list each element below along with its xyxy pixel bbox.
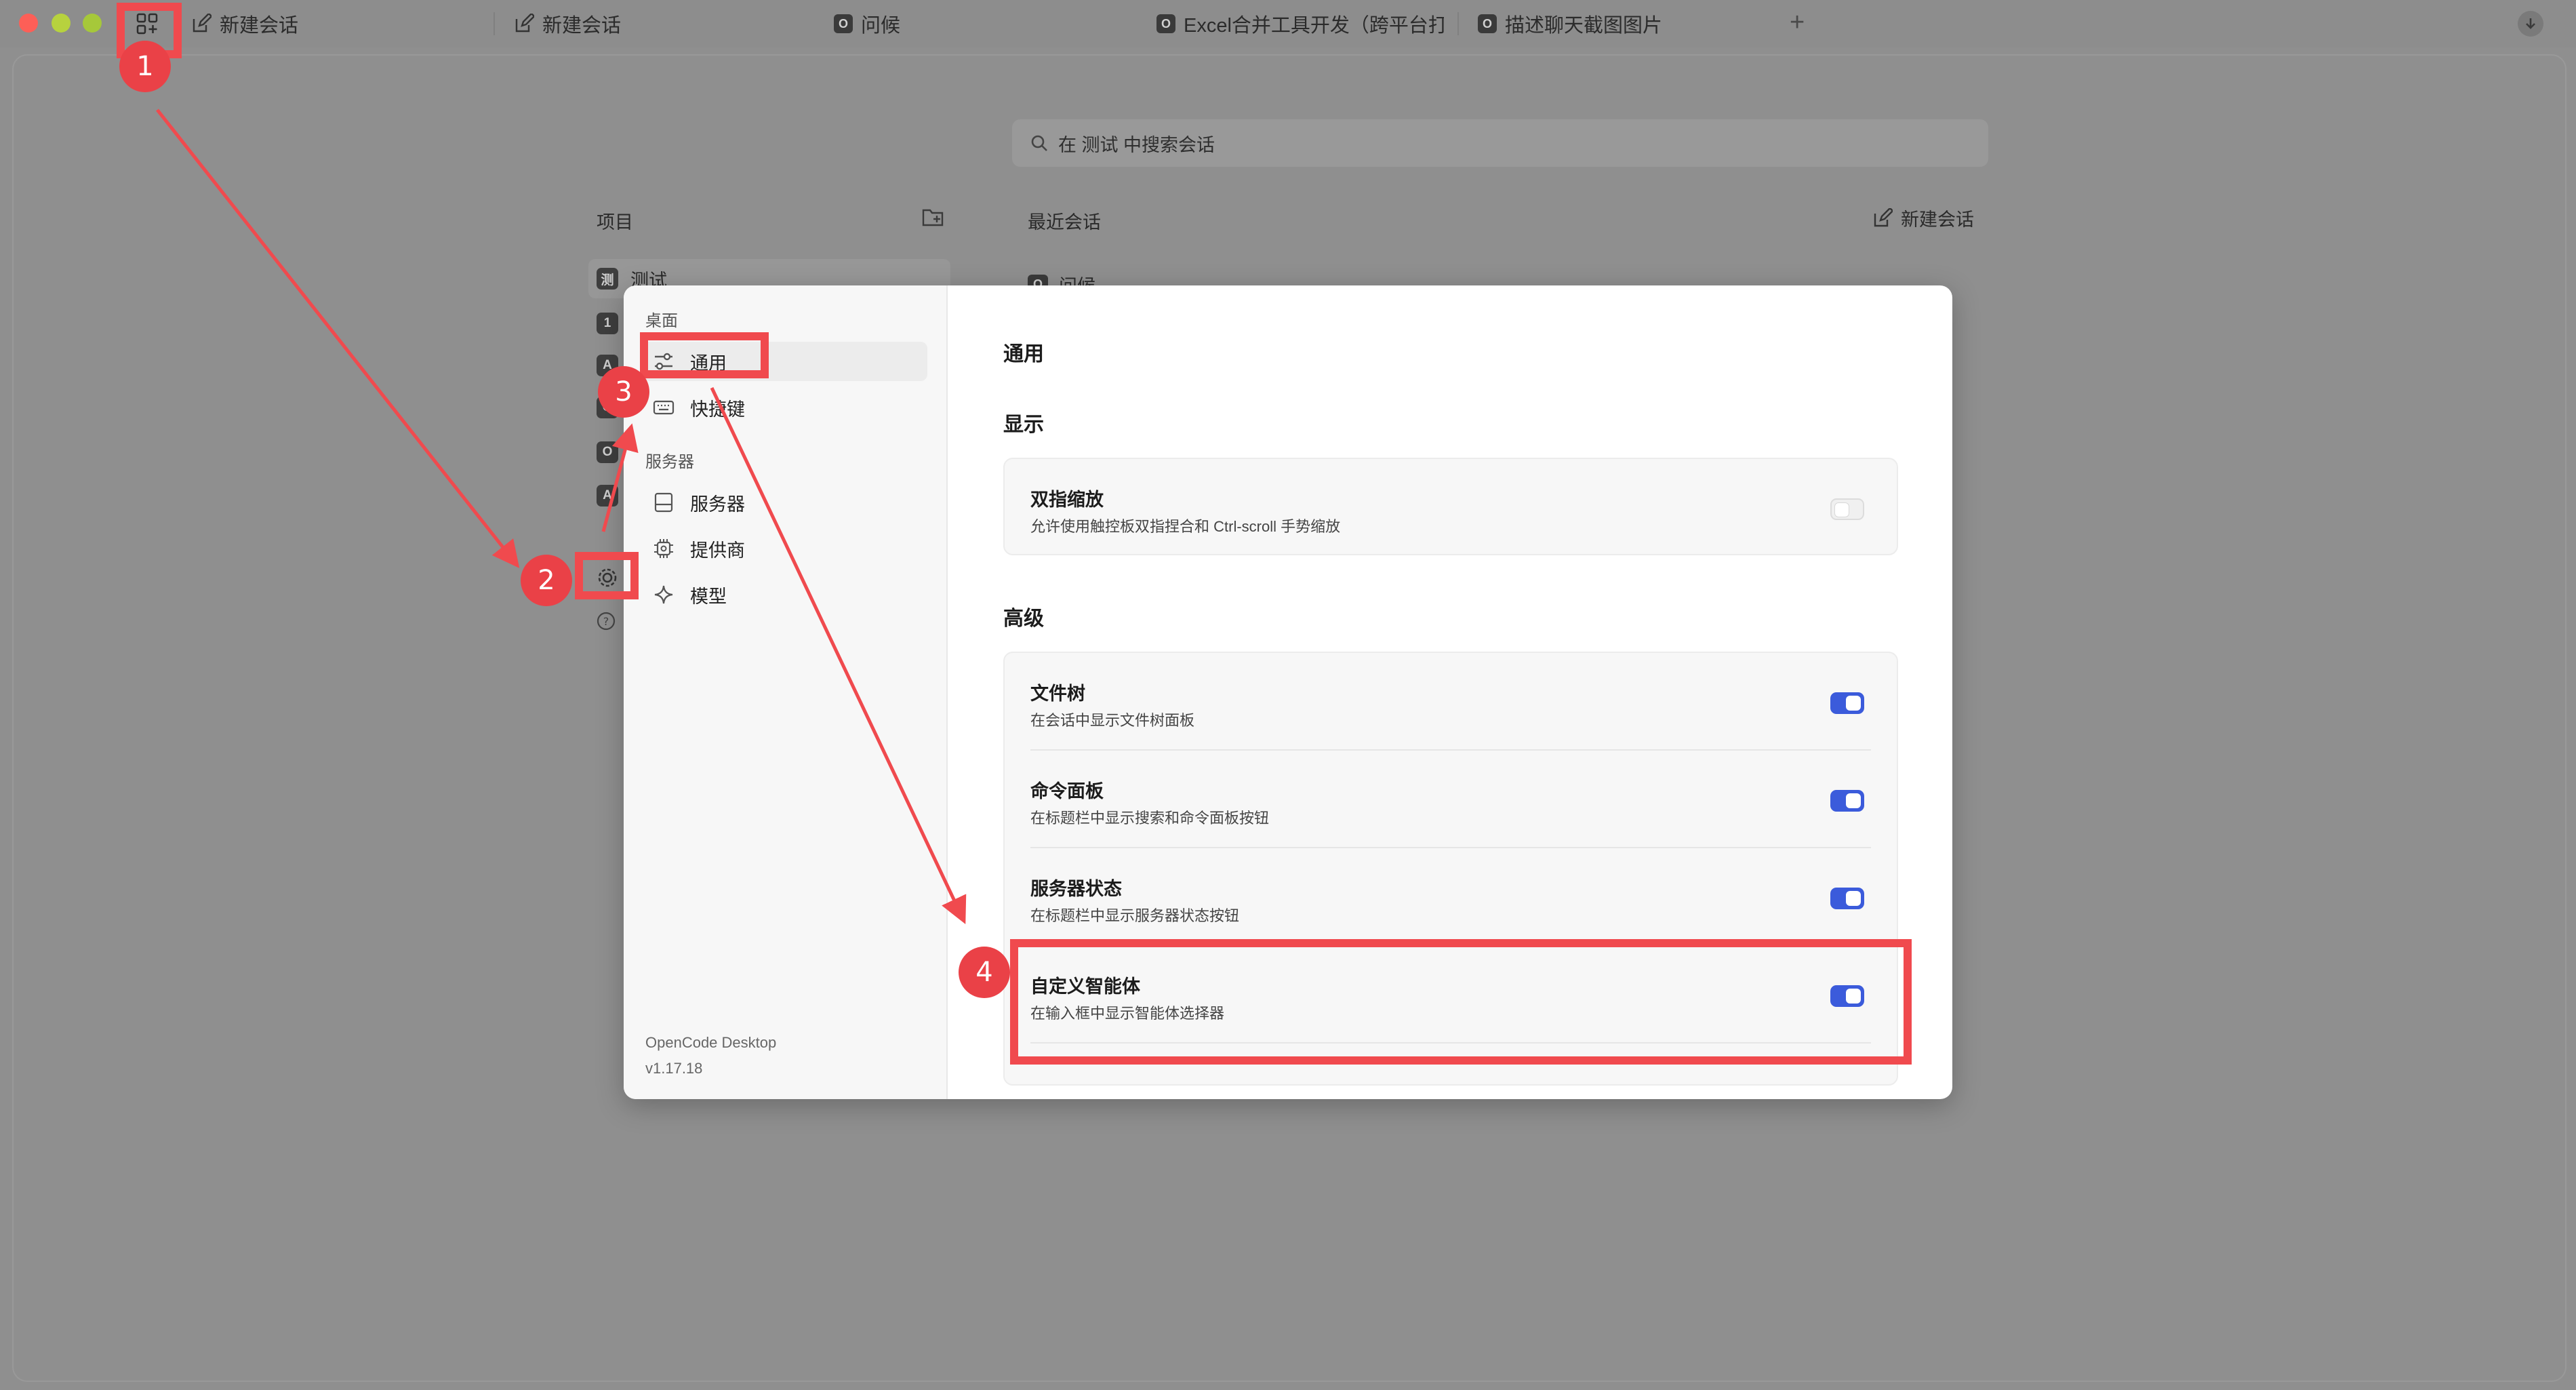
session-search-input[interactable]: 在 测试 中搜索会话 bbox=[1012, 119, 1988, 167]
group-desktop-label: 桌面 bbox=[645, 312, 678, 330]
nav-servers-label: 服务器 bbox=[690, 494, 745, 515]
setting-row-server-status: 服务器状态 在标题栏中显示服务器状态按钮 bbox=[1005, 848, 1897, 946]
help-button[interactable]: ? bbox=[595, 610, 617, 632]
project-avatar: O bbox=[597, 441, 618, 463]
setting-description: 在输入框中显示智能体选择器 bbox=[1030, 1005, 1225, 1022]
settings-button[interactable] bbox=[595, 565, 620, 590]
o-logo-icon: O bbox=[834, 14, 853, 33]
server-status-toggle[interactable] bbox=[1830, 888, 1864, 909]
setting-row-pinch-zoom: 双指缩放 允许使用触控板双指捏合和 Ctrl-scroll 手势缩放 bbox=[1005, 459, 1897, 557]
chip-icon bbox=[652, 537, 675, 560]
project-avatar: A bbox=[597, 485, 618, 507]
file-tree-toggle[interactable] bbox=[1830, 692, 1864, 714]
row-divider bbox=[1030, 1042, 1871, 1044]
display-section-title: 显示 bbox=[1003, 414, 1044, 436]
nav-general[interactable]: 通用 bbox=[643, 342, 927, 381]
tab-label: Excel合并工具开发（跨平台打包 bbox=[1184, 15, 1444, 37]
nav-shortcuts-label: 快捷键 bbox=[690, 399, 745, 420]
setting-title: 命令面板 bbox=[1030, 781, 1104, 801]
nav-models-label: 模型 bbox=[690, 586, 727, 607]
tab-describe-screenshot[interactable]: O 描述聊天截图图片 bbox=[1478, 0, 1763, 47]
title-bar: 新建会话 新建会话 O 问候 O Excel合并工具开发（跨平台打包 O 描述聊… bbox=[0, 0, 2576, 47]
page-title: 通用 bbox=[1003, 343, 1044, 365]
setting-description: 在标题栏中显示搜索和命令面板按钮 bbox=[1030, 810, 1270, 827]
pinch-zoom-toggle[interactable] bbox=[1830, 498, 1864, 520]
tab-label: 问候 bbox=[861, 15, 901, 37]
add-tab-button[interactable]: + bbox=[1790, 8, 1805, 37]
nav-models[interactable]: 模型 bbox=[643, 575, 927, 614]
tab-excel-tool[interactable]: O Excel合并工具开发（跨平台打包 bbox=[1156, 0, 1444, 47]
tab-label: 新建会话 bbox=[542, 15, 622, 37]
tab-label: 描述聊天截图图片 bbox=[1505, 15, 1663, 37]
setting-title: 双指缩放 bbox=[1030, 490, 1104, 510]
folder-add-icon bbox=[922, 209, 944, 226]
download-button[interactable] bbox=[2518, 11, 2543, 37]
o-logo-icon: O bbox=[1156, 14, 1175, 33]
sparkle-icon bbox=[652, 583, 675, 606]
setting-title: 自定义智能体 bbox=[1030, 976, 1140, 997]
setting-row-file-tree: 文件树 在会话中显示文件树面板 bbox=[1005, 653, 1897, 751]
new-session-label: 新建会话 bbox=[1901, 210, 1974, 230]
setting-description: 允许使用触控板双指捏合和 Ctrl-scroll 手势缩放 bbox=[1030, 518, 1341, 535]
setting-title: 服务器状态 bbox=[1030, 879, 1122, 899]
gear-icon bbox=[598, 568, 617, 587]
maximize-window-button[interactable] bbox=[83, 14, 102, 33]
project-avatar: A bbox=[597, 355, 618, 376]
setting-description: 在会话中显示文件树面板 bbox=[1030, 712, 1195, 729]
tab-greeting[interactable]: O 问候 bbox=[834, 0, 1125, 47]
new-project-button[interactable] bbox=[921, 205, 945, 229]
custom-agents-toggle[interactable] bbox=[1830, 985, 1864, 1007]
setting-row-command-palette: 命令面板 在标题栏中显示搜索和命令面板按钮 bbox=[1005, 751, 1897, 848]
project-avatar: O bbox=[597, 397, 618, 418]
projects-header: 项目 bbox=[597, 212, 633, 233]
nav-general-label: 通用 bbox=[690, 353, 727, 374]
edit-icon bbox=[514, 14, 534, 34]
arrow-down-icon bbox=[2526, 18, 2535, 29]
svg-text:?: ? bbox=[603, 615, 609, 628]
projects-panel-toggle-button[interactable] bbox=[134, 11, 160, 37]
new-session-button[interactable]: 新建会话 bbox=[1872, 205, 1974, 231]
app-version: v1.17.18 bbox=[645, 1060, 703, 1077]
display-card: 双指缩放 允许使用触控板双指捏合和 Ctrl-scroll 手势缩放 bbox=[1003, 458, 1898, 555]
edit-icon bbox=[191, 14, 212, 34]
o-logo-icon: O bbox=[1478, 14, 1497, 33]
close-window-button[interactable] bbox=[19, 14, 38, 33]
search-placeholder: 在 测试 中搜索会话 bbox=[1058, 134, 1215, 155]
setting-description: 在标题栏中显示服务器状态按钮 bbox=[1030, 907, 1240, 924]
recent-sessions-header: 最近会话 bbox=[1028, 212, 1101, 233]
project-avatar: 1 bbox=[597, 313, 618, 334]
minimize-window-button[interactable] bbox=[52, 14, 71, 33]
edit-icon bbox=[1874, 207, 1893, 226]
advanced-section-title: 高级 bbox=[1003, 608, 1044, 630]
search-icon bbox=[1031, 135, 1047, 151]
nav-providers[interactable]: 提供商 bbox=[643, 529, 927, 568]
tab-new-session-1[interactable]: 新建会话 bbox=[191, 0, 476, 47]
server-icon bbox=[652, 491, 675, 514]
nav-shortcuts[interactable]: 快捷键 bbox=[643, 388, 927, 427]
project-avatar: 测 bbox=[597, 268, 618, 290]
tab-label: 新建会话 bbox=[220, 15, 299, 37]
settings-sidebar: 桌面 通用 快捷键 服务器 服务器 提供商 模型 OpenCode Deskto… bbox=[624, 285, 948, 1099]
question-icon: ? bbox=[597, 612, 616, 631]
grid-add-icon bbox=[136, 13, 158, 35]
nav-servers[interactable]: 服务器 bbox=[643, 483, 927, 522]
advanced-card: 文件树 在会话中显示文件树面板 命令面板 在标题栏中显示搜索和命令面板按钮 服务… bbox=[1003, 652, 1898, 1086]
app-name: OpenCode Desktop bbox=[645, 1034, 777, 1051]
tab-divider bbox=[494, 12, 495, 35]
tab-divider bbox=[1457, 12, 1459, 35]
group-server-label: 服务器 bbox=[645, 453, 694, 471]
settings-content: 通用 显示 双指缩放 允许使用触控板双指捏合和 Ctrl-scroll 手势缩放… bbox=[948, 285, 1952, 1099]
command-palette-toggle[interactable] bbox=[1830, 790, 1864, 812]
settings-dialog: 桌面 通用 快捷键 服务器 服务器 提供商 模型 OpenCode Deskto… bbox=[624, 285, 1952, 1099]
setting-title: 文件树 bbox=[1030, 683, 1085, 704]
nav-providers-label: 提供商 bbox=[690, 540, 745, 561]
setting-row-custom-agents: 自定义智能体 在输入框中显示智能体选择器 bbox=[1005, 946, 1897, 1044]
tab-new-session-2[interactable]: 新建会话 bbox=[514, 0, 805, 47]
keyboard-icon bbox=[652, 396, 675, 419]
sliders-icon bbox=[652, 350, 675, 373]
